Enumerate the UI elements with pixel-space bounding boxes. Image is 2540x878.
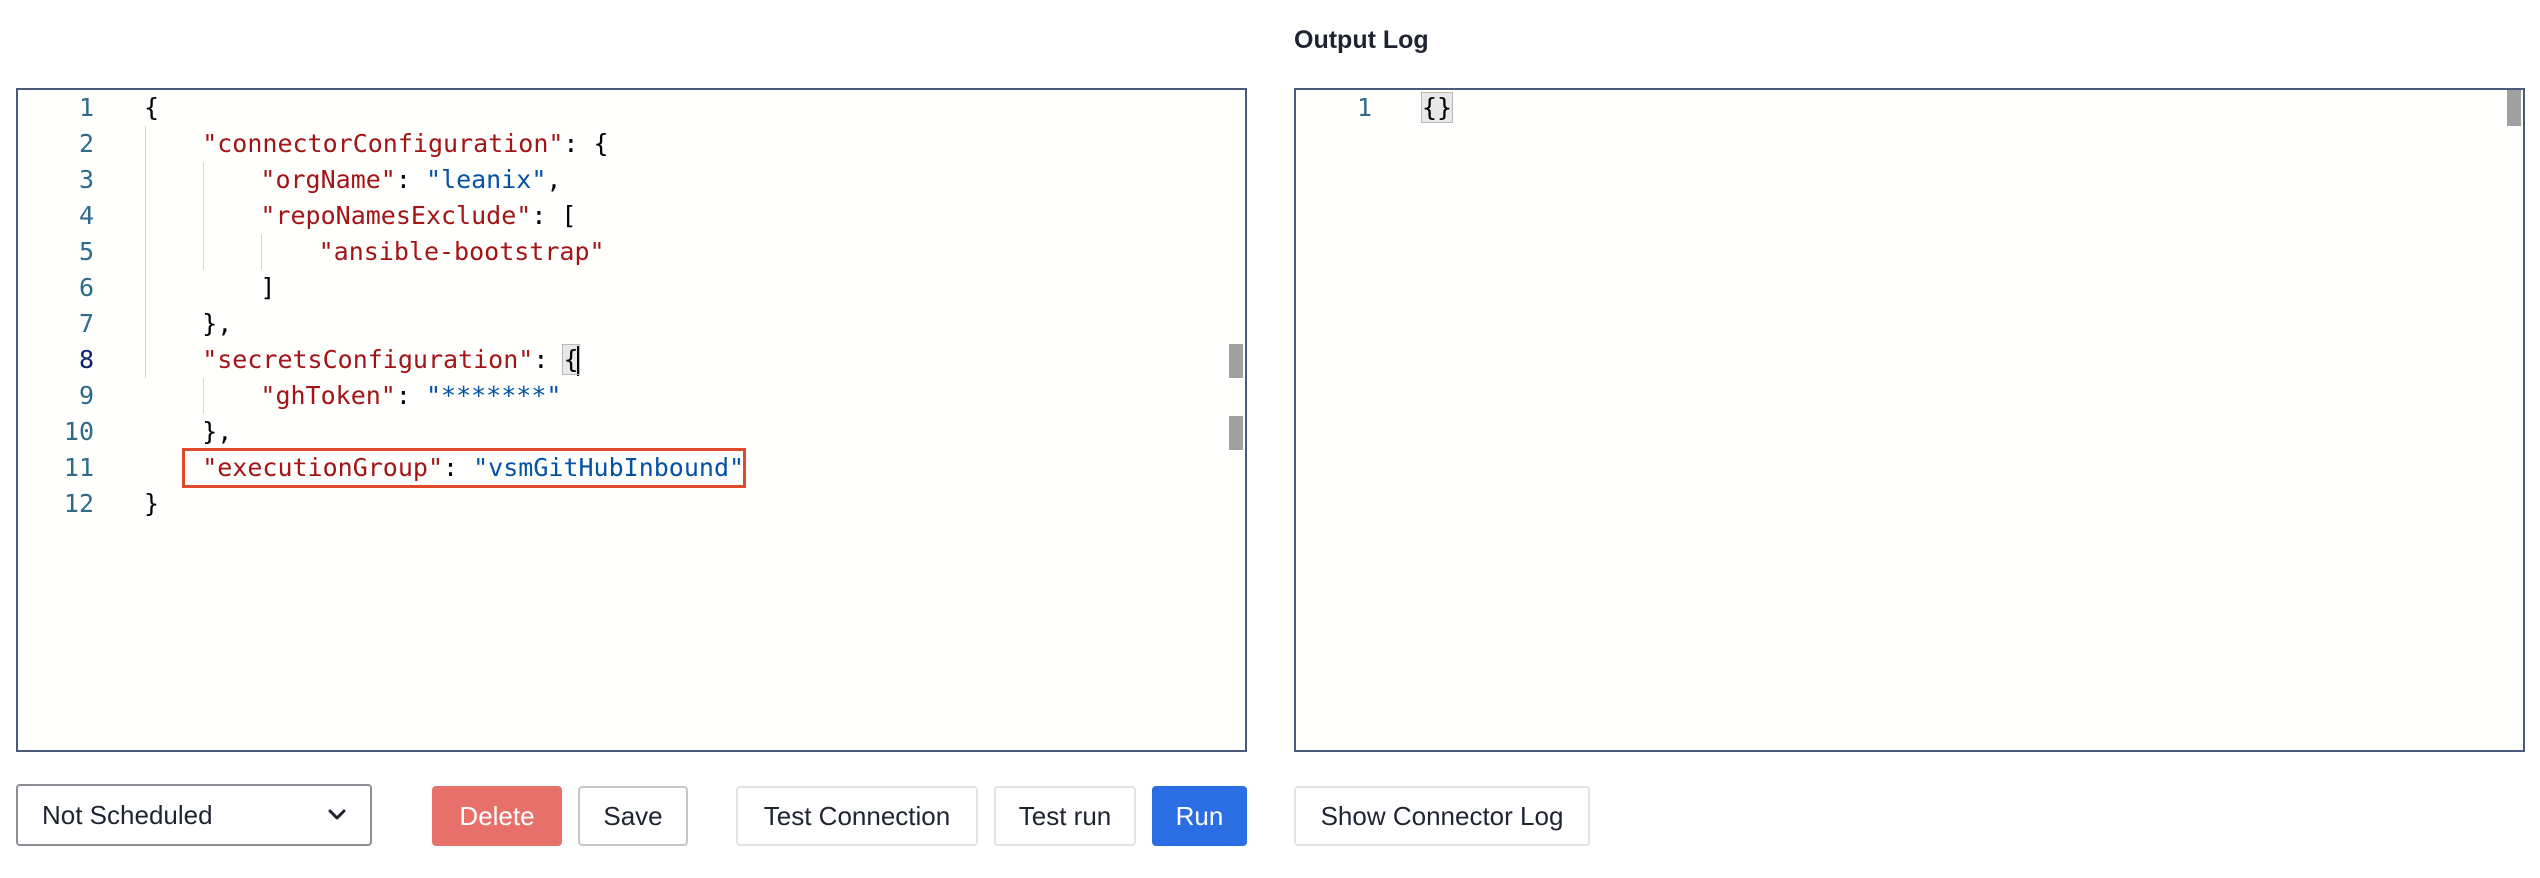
line-number: 8 xyxy=(78,345,94,374)
code-text: "orgName": "leanix", xyxy=(260,162,561,198)
json-punct: {} xyxy=(1420,92,1454,123)
json-punct: : [ xyxy=(531,201,577,230)
code-line: 2 "connectorConfiguration": { xyxy=(18,126,1245,162)
code-line: 6] xyxy=(18,270,1245,306)
code-text: "ansible-bootstrap" xyxy=(319,234,605,270)
json-punct: , xyxy=(546,165,562,194)
json-punct: }, xyxy=(202,309,233,338)
text-cursor xyxy=(576,346,579,376)
code-text: }, xyxy=(202,306,232,342)
json-key: "orgName" xyxy=(260,165,396,194)
test-run-button[interactable]: Test run xyxy=(994,786,1136,846)
output-log-title: Output Log xyxy=(1294,26,1429,54)
line-number: 6 xyxy=(78,273,94,302)
json-punct: } xyxy=(144,489,160,518)
run-button[interactable]: Run xyxy=(1152,786,1247,846)
indent-guide xyxy=(261,234,262,270)
json-punct: }, xyxy=(202,417,233,446)
line-number: 2 xyxy=(78,129,94,158)
code-text: "secretsConfiguration": { xyxy=(202,342,580,378)
save-button[interactable]: Save xyxy=(578,786,688,846)
json-key: "connectorConfiguration" xyxy=(202,129,564,158)
line-number: 1 xyxy=(78,93,94,122)
code-line: 7}, xyxy=(18,306,1245,342)
json-string: "leanix" xyxy=(425,165,547,194)
code-line: 10}, xyxy=(18,414,1245,450)
code-text: }, xyxy=(202,414,232,450)
code-text: "ghToken": "*******" xyxy=(260,378,561,414)
code-text: {} xyxy=(1420,90,1454,126)
code-text: "repoNamesExclude": [ xyxy=(260,198,576,234)
line-number: 11 xyxy=(63,453,94,482)
code-line: 12} xyxy=(18,486,1245,522)
line-number: 4 xyxy=(78,201,94,230)
show-connector-log-button[interactable]: Show Connector Log xyxy=(1294,786,1590,846)
line-number: 3 xyxy=(78,165,94,194)
code-text: "connectorConfiguration": { xyxy=(202,126,608,162)
scrollbar-thumb[interactable] xyxy=(2507,90,2521,126)
schedule-select-value: Not Scheduled xyxy=(42,799,213,830)
output-log-editor[interactable]: 1 {} xyxy=(1294,88,2525,752)
json-punct: : xyxy=(395,165,426,194)
line-number: 10 xyxy=(63,417,94,446)
line-number: 12 xyxy=(63,489,94,518)
indent-guide xyxy=(145,126,146,378)
code-text: ] xyxy=(260,270,275,306)
line-number: 5 xyxy=(78,237,94,266)
code-text: } xyxy=(144,486,159,522)
json-punct: : { xyxy=(563,129,609,158)
json-punct: ] xyxy=(260,273,276,302)
overview-ruler-mark xyxy=(1229,416,1243,450)
json-punct: { xyxy=(144,93,160,122)
schedule-select[interactable]: Not Scheduled xyxy=(16,784,372,846)
json-key: "ansible-bootstrap" xyxy=(318,237,605,266)
json-punct: : xyxy=(395,381,426,410)
json-punct: : xyxy=(533,345,564,374)
test-connection-button[interactable]: Test Connection xyxy=(736,786,978,846)
json-string: "*******" xyxy=(425,381,562,410)
line-number: 1 xyxy=(1356,93,1372,122)
code-line: 8 "secretsConfiguration": { xyxy=(18,342,1245,378)
indent-guide xyxy=(203,162,204,270)
line-number: 7 xyxy=(78,309,94,338)
indent-guide xyxy=(203,378,204,414)
overview-ruler-mark xyxy=(1229,344,1243,378)
code-line: 1 {} xyxy=(1296,90,2523,126)
config-json-editor[interactable]: 1{2 "connectorConfiguration": {3 "orgName"… xyxy=(16,88,1247,752)
json-key: "repoNamesExclude" xyxy=(260,201,532,230)
chevron-down-icon xyxy=(326,808,348,822)
json-key: "ghToken" xyxy=(260,381,396,410)
delete-button[interactable]: Delete xyxy=(432,786,562,846)
json-key: "secretsConfiguration" xyxy=(202,345,534,374)
line-number: 9 xyxy=(78,381,94,410)
execution-group-highlight xyxy=(182,448,746,488)
code-text: { xyxy=(144,90,159,126)
code-line: 1{ xyxy=(18,90,1245,126)
